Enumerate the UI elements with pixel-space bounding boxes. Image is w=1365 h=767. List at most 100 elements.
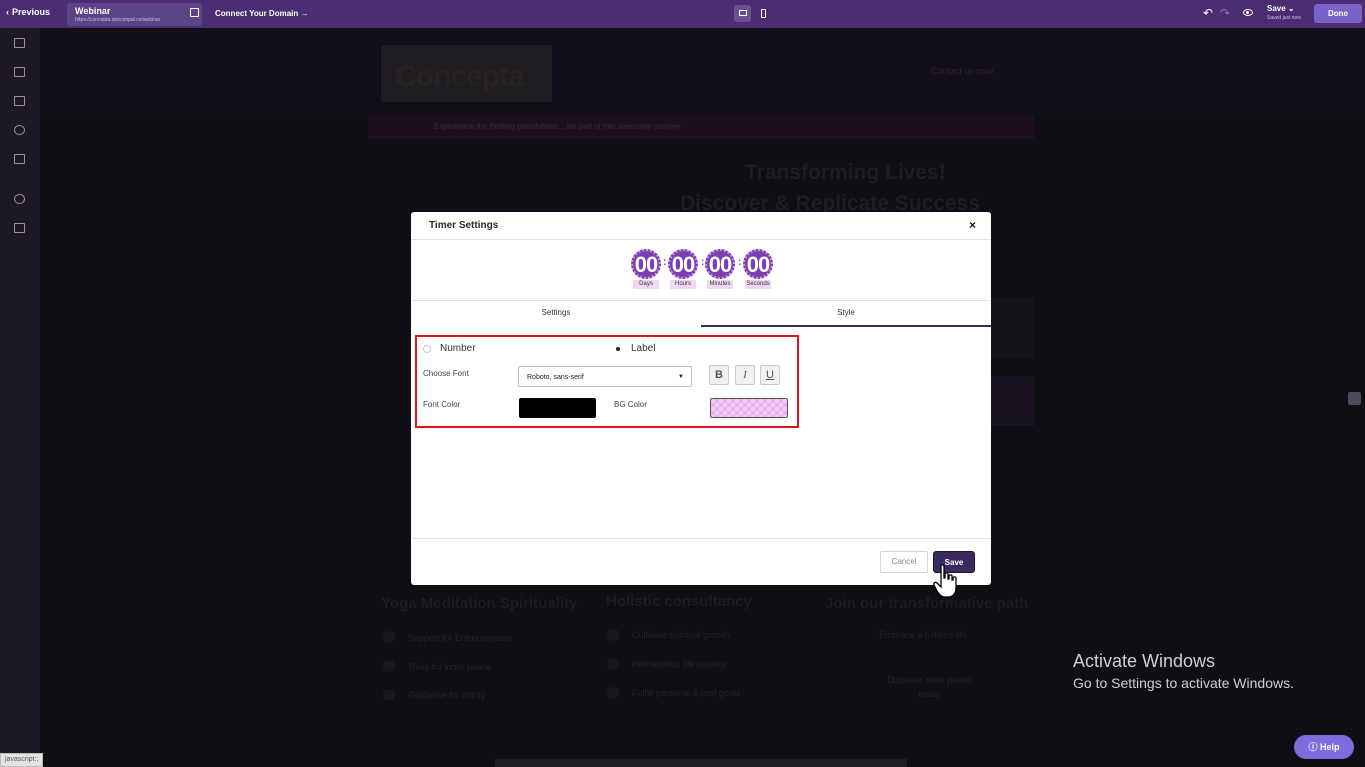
- palette-icon[interactable]: [14, 125, 25, 135]
- activate-subtitle: Go to Settings to activate Windows.: [1073, 675, 1294, 691]
- timer-days: 00 Days: [631, 249, 661, 289]
- left-sidebar: [0, 28, 40, 767]
- bullet-icon: [607, 629, 619, 641]
- list-item: Cultivate spiritual growth: [632, 630, 731, 640]
- mobile-icon: [761, 9, 766, 18]
- bullet-icon: [607, 687, 619, 699]
- help-label: Help: [1320, 742, 1340, 752]
- radio-label[interactable]: Label: [614, 343, 655, 354]
- bg-color-label: BG Color: [614, 400, 647, 409]
- elements-icon[interactable]: [14, 96, 25, 106]
- announcement-banner: Experience the thrilling possibilities..…: [368, 115, 1034, 139]
- logo-text: Concepta: [395, 60, 525, 93]
- redo-icon[interactable]: ↷: [1220, 6, 1230, 20]
- previous-label: Previous: [12, 7, 51, 17]
- modal-title: Timer Settings: [429, 220, 499, 231]
- list-item: Fulfill personal & prof goals: [632, 688, 741, 698]
- monitor-icon[interactable]: [14, 223, 25, 233]
- contact-link: Contact us now: [931, 66, 994, 76]
- timer-preview: 00 Days : 00 Hours : 00 Minutes : 00 Sec…: [411, 249, 991, 291]
- arrow-right-icon: →: [300, 9, 309, 18]
- top-toolbar: ‹ Previous Webinar https://concepta.dotc…: [0, 0, 1365, 28]
- mobile-view-button[interactable]: [755, 5, 772, 22]
- timer-label: Seconds: [745, 280, 771, 289]
- font-select-value: Roboto, sans-serif: [527, 374, 584, 381]
- timer-settings-modal: Timer Settings × 00 Days : 00 Hours : 00…: [411, 212, 991, 585]
- choose-font-label: Choose Font: [423, 369, 469, 378]
- bg-color-swatch[interactable]: [710, 398, 788, 418]
- widget-handle-icon[interactable]: [1348, 392, 1361, 405]
- cancel-button[interactable]: Cancel: [880, 551, 928, 573]
- bullet-icon: [383, 631, 395, 643]
- list-item: Discover inner peace today: [887, 675, 972, 699]
- list-item: Tools for inner peace: [408, 662, 492, 672]
- list-item: Embrace a fulfilled life: [879, 630, 968, 640]
- pages-icon[interactable]: [14, 38, 25, 48]
- radio-number[interactable]: Number: [423, 343, 476, 354]
- column-title: Holistic consultancy: [606, 593, 752, 610]
- timer-label: Minutes: [707, 280, 733, 289]
- bullet-icon: [383, 689, 395, 701]
- tab-style[interactable]: Style: [701, 301, 991, 327]
- timer-value: 00: [668, 249, 698, 279]
- activate-windows-watermark: Activate Windows Go to Settings to activ…: [1073, 651, 1294, 691]
- page-selector[interactable]: Webinar https://concepta.dotcompal.co/we…: [67, 3, 202, 26]
- sections-icon[interactable]: [14, 67, 25, 77]
- radio-label-label: Label: [631, 343, 656, 354]
- close-icon[interactable]: ×: [969, 218, 976, 232]
- timer-value: 00: [705, 249, 735, 279]
- previous-button[interactable]: ‹ Previous: [6, 7, 50, 17]
- bold-button[interactable]: B: [709, 365, 729, 385]
- content-block: [991, 298, 1034, 358]
- caret-down-icon: ▼: [678, 374, 684, 380]
- column-title: Join our transformative path: [825, 595, 1029, 612]
- connect-domain-button[interactable]: Connect Your Domain →: [215, 9, 309, 18]
- modal-header: Timer Settings ×: [411, 212, 991, 240]
- timer-value: 00: [743, 249, 773, 279]
- activate-title: Activate Windows: [1073, 651, 1216, 671]
- clipboard-icon[interactable]: [14, 154, 25, 164]
- timer-label: Hours: [670, 280, 696, 289]
- page-url: https://concepta.dotcompal.co/webinar: [75, 17, 161, 23]
- colon-separator: :: [701, 257, 705, 268]
- font-color-swatch[interactable]: [519, 398, 596, 418]
- help-button[interactable]: ⓘ Help: [1294, 735, 1354, 759]
- question-icon: ⓘ: [1308, 742, 1320, 752]
- browser-status-bar: javascript:;: [0, 753, 44, 767]
- done-button[interactable]: Done: [1314, 4, 1362, 23]
- column-title: Yoga Meditation Spirituality: [381, 595, 578, 612]
- timer-hours: 00 Hours: [668, 249, 698, 289]
- list-item: Harmonious life journey: [632, 659, 727, 669]
- eye-icon[interactable]: [1243, 9, 1253, 16]
- desktop-view-button[interactable]: [734, 5, 751, 22]
- divider: [411, 538, 991, 539]
- gear-icon[interactable]: [14, 194, 25, 204]
- edit-icon[interactable]: [190, 8, 199, 17]
- connect-domain-label: Connect Your Domain: [215, 9, 299, 18]
- timer-minutes: 00 Minutes: [705, 249, 735, 289]
- list-item: Guidance for clarity: [408, 690, 486, 700]
- colon-separator: :: [663, 257, 667, 268]
- chevron-down-icon: ⌄: [1287, 4, 1295, 13]
- logo: Concepta: [381, 45, 552, 102]
- page-name: Webinar: [75, 6, 111, 16]
- undo-icon[interactable]: ↶: [1203, 6, 1213, 20]
- radio-unchecked-icon: [423, 344, 431, 353]
- timer-label: Days: [633, 280, 659, 289]
- hand-cursor-icon: [933, 564, 957, 598]
- save-status: Saved just now: [1267, 15, 1301, 21]
- desktop-icon: [739, 10, 747, 16]
- underline-button[interactable]: U: [760, 365, 780, 385]
- timer-seconds: 00 Seconds: [743, 249, 773, 289]
- font-color-label: Font Color: [423, 400, 461, 409]
- timer-value: 00: [631, 249, 661, 279]
- content-bar: [991, 376, 1034, 426]
- bullet-icon: [383, 660, 395, 672]
- canvas-header: Concepta Contact us now: [40, 28, 1365, 113]
- font-select[interactable]: Roboto, sans-serif ▼: [518, 366, 692, 387]
- tab-settings[interactable]: Settings: [411, 301, 701, 327]
- italic-button[interactable]: I: [735, 365, 755, 385]
- chevron-left-icon: ‹: [6, 7, 9, 17]
- hero-heading: Transforming Lives!: [745, 161, 946, 184]
- save-dropdown[interactable]: Save ⌄: [1267, 4, 1295, 13]
